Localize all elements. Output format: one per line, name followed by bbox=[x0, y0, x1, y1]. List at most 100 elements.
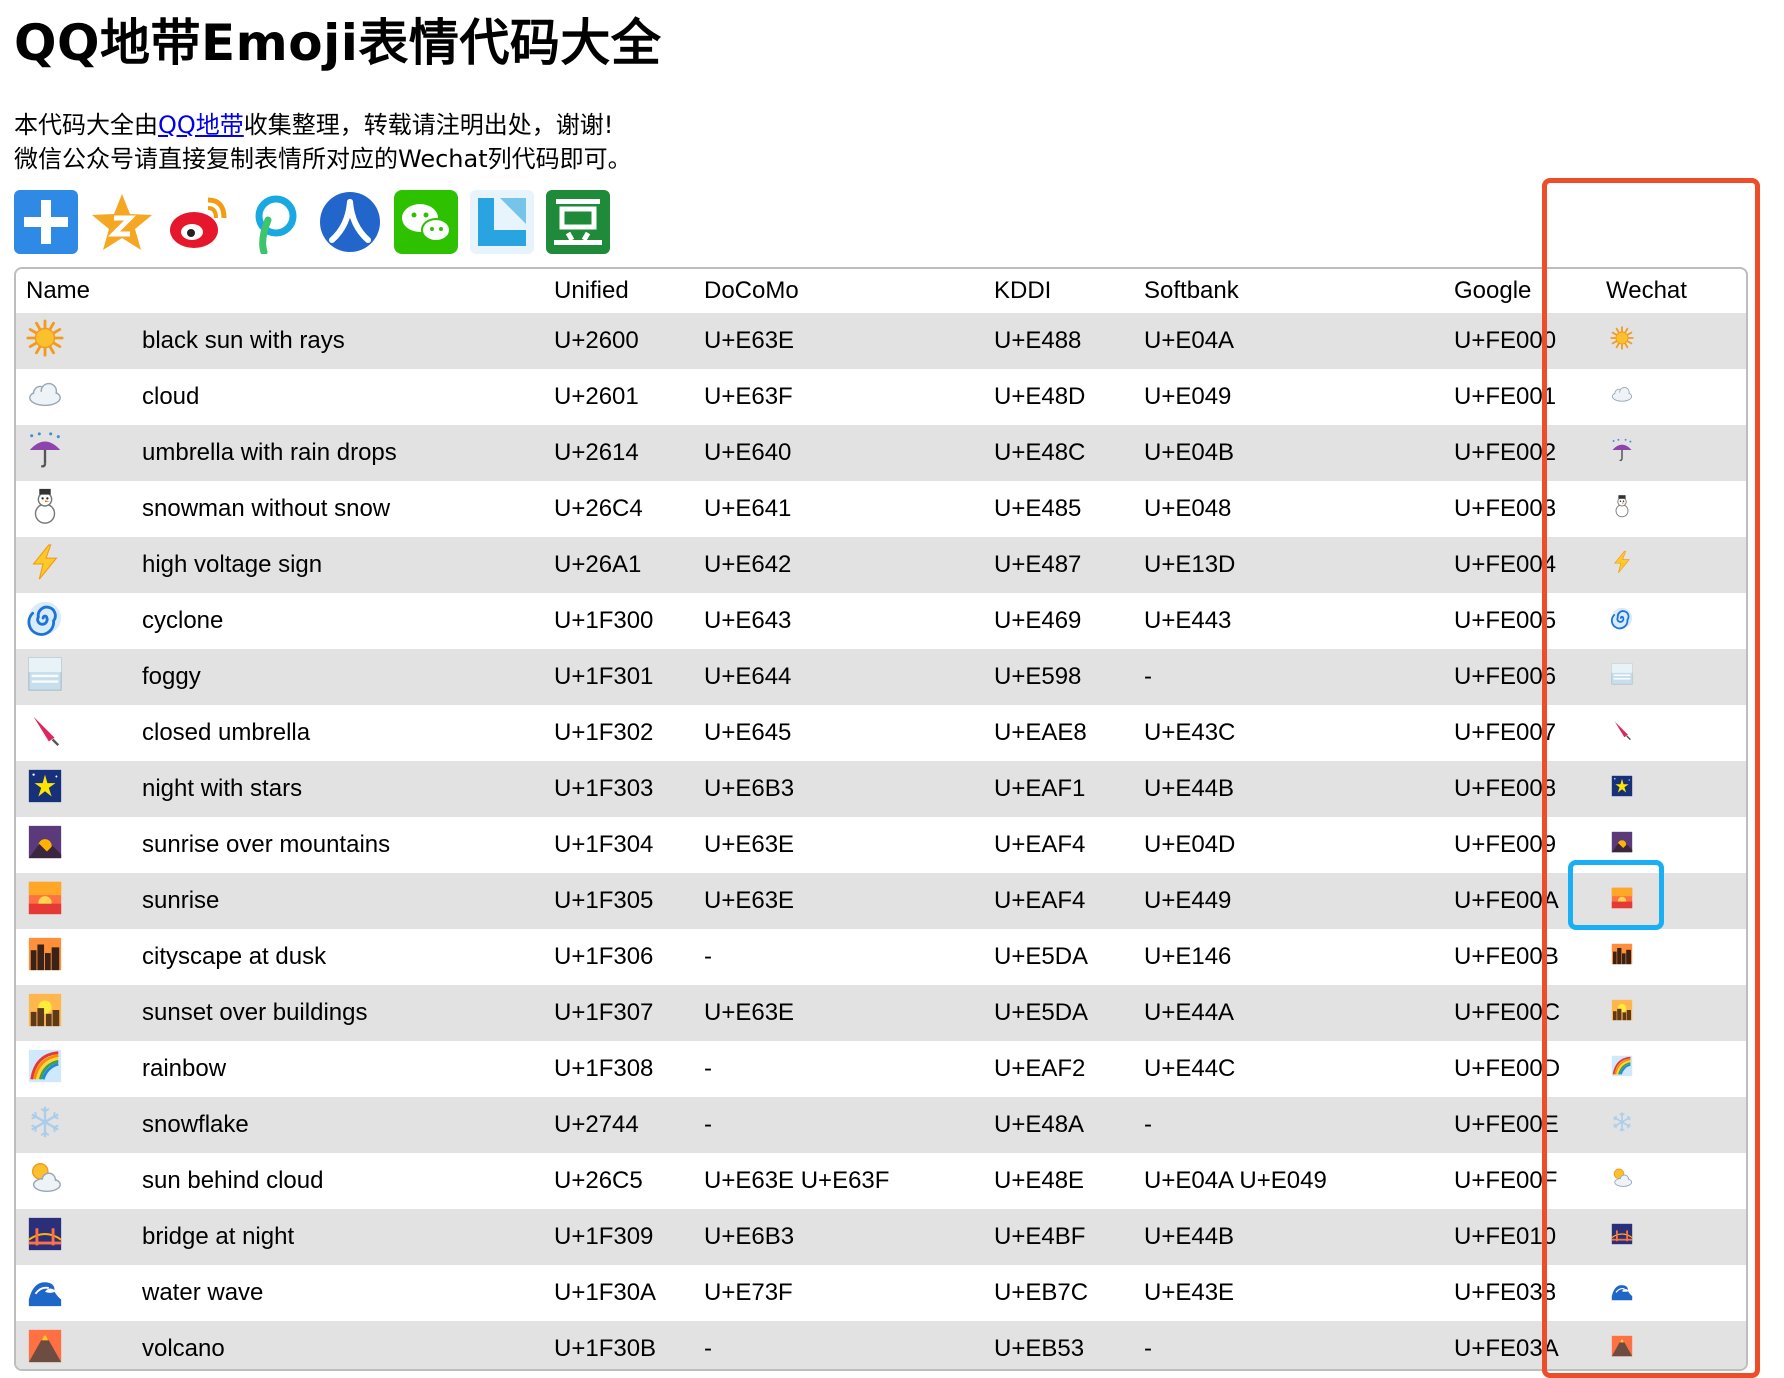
emoji-name: water wave bbox=[142, 1279, 264, 1306]
kddi-code: U+E5DA bbox=[994, 943, 1089, 970]
qzone-add-share-icon[interactable] bbox=[14, 190, 78, 254]
emoji-image-cell bbox=[16, 873, 142, 929]
wechat-lightning-icon[interactable] bbox=[1610, 550, 1634, 574]
douban-share-icon[interactable] bbox=[546, 190, 610, 254]
wechat-code-cell[interactable] bbox=[1606, 817, 1746, 873]
softbank-code: U+E449 bbox=[1144, 887, 1232, 914]
emoji-table: Name Unified DoCoMo KDDI Softbank Google… bbox=[16, 269, 1746, 1369]
wechat-code-cell[interactable] bbox=[1606, 649, 1746, 705]
qq-didai-link[interactable]: QQ地带 bbox=[158, 111, 244, 139]
cyclone-icon bbox=[26, 599, 64, 637]
google-code: U+FE010 bbox=[1454, 1223, 1557, 1250]
wechat-cyclone-icon[interactable] bbox=[1610, 606, 1634, 630]
wechat-code-cell[interactable] bbox=[1606, 1041, 1746, 1097]
wechat-code-cell[interactable] bbox=[1606, 1097, 1746, 1153]
tencent-weibo-share-icon[interactable] bbox=[242, 190, 306, 254]
wechat-code-cell[interactable] bbox=[1606, 425, 1746, 481]
wechat-night-stars-icon[interactable] bbox=[1610, 774, 1634, 798]
wechat-code-cell[interactable] bbox=[1606, 537, 1746, 593]
renren-share-icon[interactable] bbox=[318, 190, 382, 254]
docomo-code: U+E63E bbox=[704, 327, 795, 354]
wechat-sunrise-mountains-icon[interactable] bbox=[1610, 830, 1634, 854]
table-row: sunset over buildings U+1F307 U+E63E U+E5DA… bbox=[16, 985, 1746, 1041]
kddi-code: U+EB53 bbox=[994, 1335, 1085, 1362]
wechat-water-wave-icon[interactable] bbox=[1610, 1278, 1634, 1302]
unified-code: U+26C5 bbox=[554, 1167, 643, 1194]
softbank-code: U+E43C bbox=[1144, 719, 1236, 746]
wechat-code-cell[interactable] bbox=[1606, 593, 1746, 649]
docomo-code: U+E6B3 bbox=[704, 775, 795, 802]
intro-text: 本代码大全由QQ地带收集整理，转载请注明出处，谢谢! 微信公众号请直接复制表情所… bbox=[14, 108, 632, 176]
kddi-code: U+EAF4 bbox=[994, 831, 1086, 858]
wechat-code-cell[interactable] bbox=[1606, 313, 1746, 369]
night-stars-icon bbox=[26, 767, 64, 805]
wechat-closed-umbrella-icon[interactable] bbox=[1610, 718, 1634, 742]
unified-code: U+2601 bbox=[554, 383, 639, 410]
google-code: U+FE038 bbox=[1454, 1279, 1557, 1306]
unified-code: U+1F308 bbox=[554, 1055, 654, 1082]
kaixin-share-icon[interactable] bbox=[470, 190, 534, 254]
unified-code: U+1F309 bbox=[554, 1223, 654, 1250]
softbank-code: U+E146 bbox=[1144, 943, 1232, 970]
emoji-name: cityscape at dusk bbox=[142, 943, 327, 970]
wechat-cloud-icon[interactable] bbox=[1610, 382, 1634, 406]
wechat-code-cell[interactable] bbox=[1606, 761, 1746, 817]
wechat-snowflake-icon[interactable] bbox=[1610, 1110, 1634, 1134]
docomo-code: U+E643 bbox=[704, 607, 792, 634]
wechat-cityscape-dusk-icon[interactable] bbox=[1610, 942, 1634, 966]
header-softbank: Softbank bbox=[1144, 277, 1239, 304]
wechat-sunrise-icon[interactable] bbox=[1610, 886, 1634, 910]
wechat-code-cell[interactable] bbox=[1606, 929, 1746, 985]
kddi-code: U+E48E bbox=[994, 1167, 1085, 1194]
wechat-code-cell[interactable] bbox=[1606, 873, 1746, 929]
table-row: foggy U+1F301 U+E644 U+E598 - U+FE006 bbox=[16, 649, 1746, 705]
docomo-code: - bbox=[704, 1335, 712, 1362]
softbank-code: U+E04B bbox=[1144, 439, 1235, 466]
google-code: U+FE008 bbox=[1454, 775, 1557, 802]
wechat-rainbow-icon[interactable] bbox=[1610, 1054, 1634, 1078]
qzone-star-share-icon[interactable] bbox=[90, 190, 154, 254]
emoji-image-cell bbox=[16, 1097, 142, 1153]
docomo-code: U+E645 bbox=[704, 719, 792, 746]
wechat-bridge-night-icon[interactable] bbox=[1610, 1222, 1634, 1246]
weibo-share-icon[interactable] bbox=[166, 190, 230, 254]
unified-code: U+1F307 bbox=[554, 999, 654, 1026]
wechat-code-cell[interactable] bbox=[1606, 985, 1746, 1041]
docomo-code: U+E642 bbox=[704, 551, 792, 578]
wechat-code-cell[interactable] bbox=[1606, 705, 1746, 761]
emoji-table-container: Name Unified DoCoMo KDDI Softbank Google… bbox=[14, 267, 1748, 1371]
page-title: QQ地带Emoji表情代码大全 bbox=[14, 14, 662, 72]
wechat-sun-behind-cloud-icon[interactable] bbox=[1610, 1166, 1634, 1190]
google-code: U+FE003 bbox=[1454, 495, 1557, 522]
wechat-share-icon[interactable] bbox=[394, 190, 458, 254]
table-header-row: Name Unified DoCoMo KDDI Softbank Google… bbox=[16, 269, 1746, 313]
wechat-code-cell[interactable] bbox=[1606, 369, 1746, 425]
wechat-code-cell[interactable] bbox=[1606, 1321, 1746, 1369]
wechat-umbrella-rain-icon[interactable] bbox=[1610, 438, 1634, 462]
google-code: U+FE00B bbox=[1454, 943, 1559, 970]
wechat-code-cell[interactable] bbox=[1606, 1209, 1746, 1265]
google-code: U+FE001 bbox=[1454, 383, 1557, 410]
table-row: sun behind cloud U+26C5 U+E63E U+E63F U+E48… bbox=[16, 1153, 1746, 1209]
header-unified: Unified bbox=[554, 277, 629, 304]
header-name: Name bbox=[26, 277, 91, 304]
wechat-snowman-icon[interactable] bbox=[1610, 494, 1634, 518]
emoji-name: volcano bbox=[142, 1335, 225, 1362]
wechat-code-cell[interactable] bbox=[1606, 1265, 1746, 1321]
wechat-sun-icon[interactable] bbox=[1610, 325, 1634, 350]
wechat-foggy-icon[interactable] bbox=[1610, 662, 1634, 686]
unified-code: U+2614 bbox=[554, 439, 639, 466]
emoji-name: rainbow bbox=[142, 1055, 227, 1082]
emoji-image-cell bbox=[16, 1153, 142, 1209]
softbank-code: U+E13D bbox=[1144, 551, 1236, 578]
table-row: high voltage sign U+26A1 U+E642 U+E487 U+E13… bbox=[16, 537, 1746, 593]
wechat-sunset-buildings-icon[interactable] bbox=[1610, 998, 1634, 1022]
emoji-image-cell bbox=[16, 481, 142, 537]
wechat-code-cell[interactable] bbox=[1606, 481, 1746, 537]
docomo-code: U+E6B3 bbox=[704, 1223, 795, 1250]
header-wechat: Wechat bbox=[1606, 277, 1687, 304]
kddi-code: U+E485 bbox=[994, 495, 1082, 522]
emoji-name: umbrella with rain drops bbox=[142, 439, 397, 466]
wechat-code-cell[interactable] bbox=[1606, 1153, 1746, 1209]
docomo-code: - bbox=[704, 1055, 712, 1082]
